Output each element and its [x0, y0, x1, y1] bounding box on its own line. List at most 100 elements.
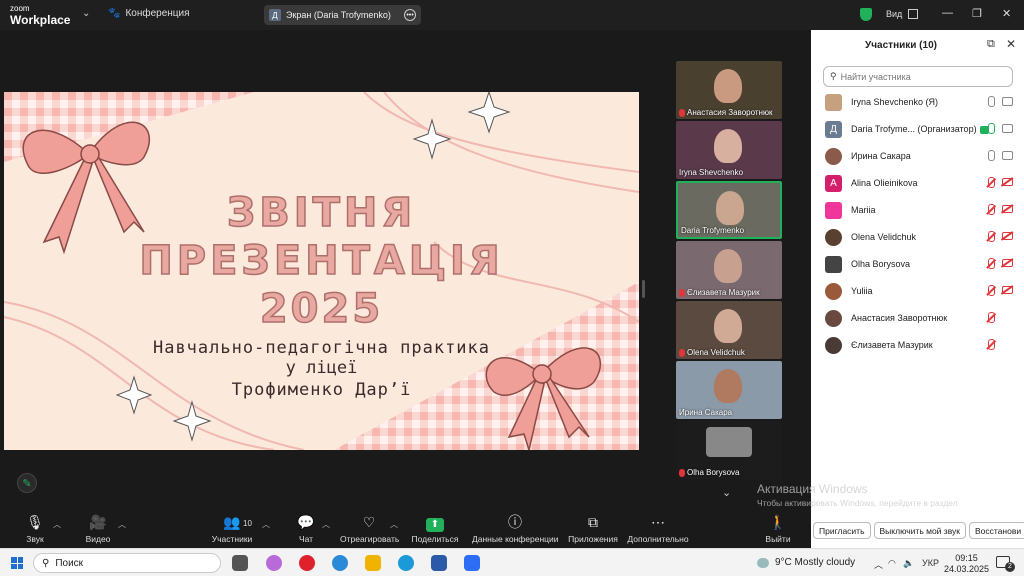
- screen-share-pill[interactable]: Д Экран (Daria Trofymenko) •••: [264, 5, 421, 25]
- video-off-icon[interactable]: [1002, 205, 1013, 213]
- leave-button[interactable]: 🚶 Выйти: [762, 514, 794, 544]
- participant-row[interactable]: Olena Velidchuk: [811, 224, 1024, 251]
- mic-muted-icon[interactable]: [988, 177, 995, 188]
- logo-workplace: Workplace: [10, 13, 71, 27]
- apps-icon: ⧉: [588, 514, 598, 530]
- video-tile[interactable]: Ирина Сакара: [676, 361, 782, 419]
- microphone-icon: 🎙: [26, 514, 44, 530]
- copilot-icon[interactable]: [266, 555, 282, 571]
- video-icon[interactable]: [1002, 97, 1013, 106]
- opera-icon[interactable]: [299, 555, 315, 571]
- minimize-icon[interactable]: —: [942, 7, 953, 19]
- zoom-taskbar-icon[interactable]: [464, 555, 480, 571]
- participants-count: 10: [243, 519, 252, 528]
- video-tile[interactable]: Olha Borysova: [676, 421, 782, 479]
- participant-row[interactable]: Д Daria Trofyme... (Организатор): [811, 116, 1024, 143]
- participant-video: [714, 69, 742, 103]
- more-icon[interactable]: •••: [404, 9, 416, 21]
- participant-row[interactable]: Iryna Shevchenko (Я): [811, 89, 1024, 116]
- edge-icon[interactable]: [398, 555, 414, 571]
- cloudy-weather-icon: [757, 557, 769, 568]
- participant-search[interactable]: ⚲: [823, 66, 1013, 87]
- video-tile[interactable]: Iryna Shevchenko: [676, 121, 782, 179]
- notifications-icon[interactable]: 2: [996, 556, 1015, 572]
- volume-icon[interactable]: 🔈: [903, 558, 914, 569]
- avatar: [825, 148, 842, 165]
- video-icon[interactable]: [1002, 151, 1013, 160]
- video-off-icon[interactable]: [1002, 286, 1013, 294]
- share-button[interactable]: ⬆ Поделиться: [410, 514, 460, 544]
- participant-search-input[interactable]: [840, 71, 1001, 82]
- video-off-icon[interactable]: [1002, 259, 1013, 267]
- mic-muted-icon[interactable]: [988, 285, 995, 296]
- audio-button[interactable]: 🎙 Звук: [20, 514, 50, 544]
- chevron-up-icon[interactable]: ︿: [262, 519, 270, 530]
- view-grid-icon[interactable]: [908, 9, 918, 19]
- restore-button[interactable]: Восстанови: [969, 522, 1024, 539]
- task-view-icon[interactable]: [232, 555, 248, 571]
- participant-row[interactable]: Ирина Сакара: [811, 143, 1024, 170]
- restore-icon[interactable]: ❐: [972, 7, 982, 20]
- apps-button[interactable]: ⧉ Приложения: [567, 514, 619, 544]
- word-icon[interactable]: [431, 555, 447, 571]
- notification-count: 2: [1005, 562, 1015, 572]
- mic-muted-icon[interactable]: [988, 204, 995, 215]
- mic-icon[interactable]: [988, 96, 995, 107]
- annotate-pen-icon[interactable]: ✎: [17, 473, 37, 493]
- video-button[interactable]: 🎥 Видео: [82, 514, 114, 544]
- participant-row[interactable]: Olha Borysova: [811, 251, 1024, 278]
- close-icon[interactable]: ✕: [1006, 37, 1016, 51]
- taskbar-search[interactable]: ⚲ Поиск: [33, 553, 221, 573]
- video-off-icon[interactable]: [1002, 178, 1013, 186]
- language-indicator[interactable]: УКР: [922, 558, 939, 568]
- video-tile[interactable]: Єлизавета Мазурик: [676, 241, 782, 299]
- participant-row[interactable]: Yuliia: [811, 278, 1024, 305]
- participant-row[interactable]: A Alina Olieinikova: [811, 170, 1024, 197]
- view-label[interactable]: Вид: [886, 9, 902, 19]
- split-handle[interactable]: [642, 280, 645, 298]
- chevron-down-icon[interactable]: ⌄: [82, 8, 90, 19]
- close-icon[interactable]: ✕: [1002, 7, 1011, 20]
- security-shield-icon[interactable]: [860, 8, 872, 21]
- video-tile-active[interactable]: Daria Trofymenko: [676, 181, 782, 239]
- meeting-info-button[interactable]: ⓘ Данные конференции: [472, 514, 559, 544]
- wifi-icon[interactable]: ◠: [888, 558, 896, 569]
- windows-taskbar: ⚲ Поиск 9°C Mostly cloudy ︿ ◠ 🔈 УКР 09:1…: [0, 548, 1024, 576]
- file-explorer-icon[interactable]: [365, 555, 381, 571]
- mic-muted-icon[interactable]: [988, 231, 995, 242]
- mic-muted-icon[interactable]: [988, 258, 995, 269]
- participant-row[interactable]: Mariia: [811, 197, 1024, 224]
- chevron-down-icon[interactable]: ⌄: [722, 486, 731, 499]
- mute-me-button[interactable]: Выключить мой звук: [873, 522, 966, 539]
- chevron-up-icon[interactable]: ︿: [118, 519, 126, 530]
- popout-icon[interactable]: ⧉: [987, 38, 995, 51]
- slide-subtitle-line1: Навчально-педагогічна практика: [152, 338, 491, 358]
- participant-row[interactable]: Анастасия Заворотнюк: [811, 305, 1024, 332]
- mic-icon[interactable]: [988, 123, 995, 134]
- windows-start-icon[interactable]: [11, 557, 23, 569]
- chevron-up-icon[interactable]: ︿: [322, 519, 330, 530]
- meeting-toolbar: 🎙 Звук ︿ 🎥 Видео ︿ 👥 Участники 10 ︿ 💬 Ча…: [0, 510, 811, 548]
- chat-button[interactable]: 💬 Чат: [292, 514, 320, 544]
- participant-video: [714, 249, 742, 283]
- title-bar: zoom Workplace ⌄ 🐾 Конференция Д Экран (…: [0, 0, 1024, 30]
- chevron-up-icon[interactable]: ︿: [874, 558, 883, 571]
- mic-muted-icon[interactable]: [988, 312, 995, 323]
- video-tile[interactable]: Анастасия Заворотнюк: [676, 61, 782, 119]
- participant-name: Iryna Shevchenko (Я): [851, 97, 939, 107]
- mic-icon[interactable]: [988, 150, 995, 161]
- chrome-icon[interactable]: [332, 555, 348, 571]
- chevron-up-icon[interactable]: ︿: [53, 519, 61, 530]
- weather-widget[interactable]: 9°C Mostly cloudy: [757, 557, 855, 568]
- more-button[interactable]: ⋯ Дополнительно: [627, 514, 689, 544]
- chevron-up-icon[interactable]: ︿: [390, 519, 398, 530]
- video-tile[interactable]: Olena Velidchuk: [676, 301, 782, 359]
- mic-muted-icon[interactable]: [988, 339, 995, 350]
- invite-button[interactable]: Пригласить: [813, 522, 871, 539]
- activation-title: Активация Windows: [757, 482, 868, 496]
- video-icon[interactable]: [1002, 124, 1013, 133]
- video-off-icon[interactable]: [1002, 232, 1013, 240]
- meeting-menu[interactable]: 🐾 Конференция: [108, 8, 190, 19]
- clock[interactable]: 09:15 24.03.2025: [944, 553, 989, 575]
- participant-row[interactable]: Єлизавета Мазурик: [811, 332, 1024, 359]
